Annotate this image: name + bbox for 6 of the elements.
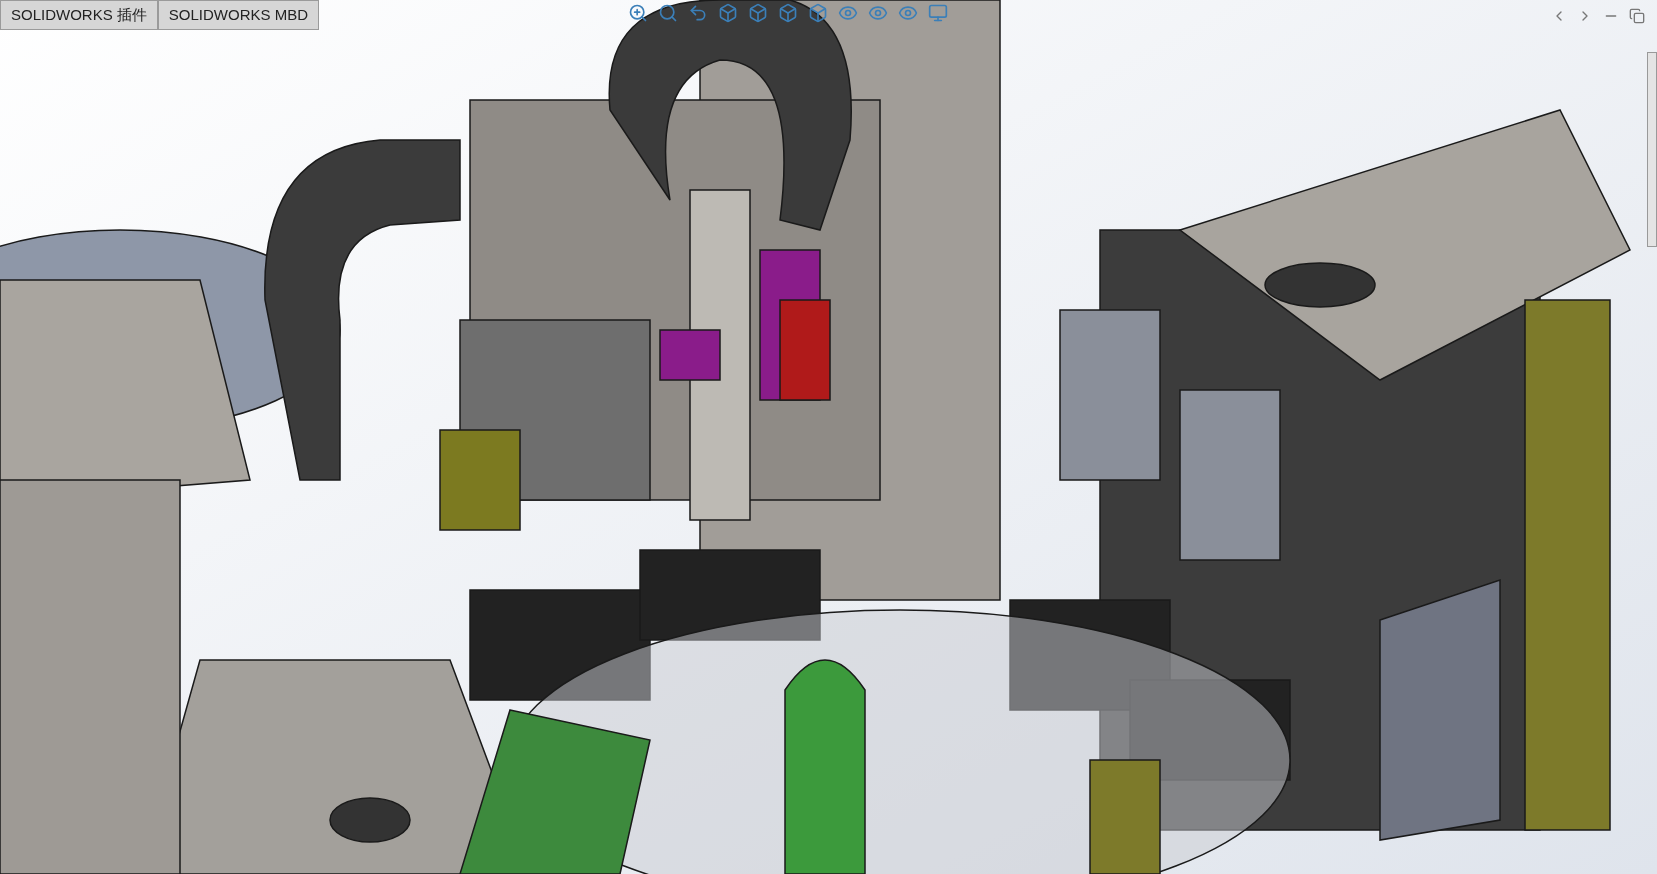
toolbar-icon[interactable]	[658, 3, 678, 23]
restore-icon[interactable]	[1629, 8, 1645, 24]
command-tab[interactable]: SOLIDWORKS MBD	[157, 0, 320, 30]
toolbar-icon[interactable]	[628, 3, 648, 23]
toolbar-icon[interactable]	[808, 3, 828, 23]
command-tab[interactable]: SOLIDWORKS 插件	[0, 0, 158, 30]
